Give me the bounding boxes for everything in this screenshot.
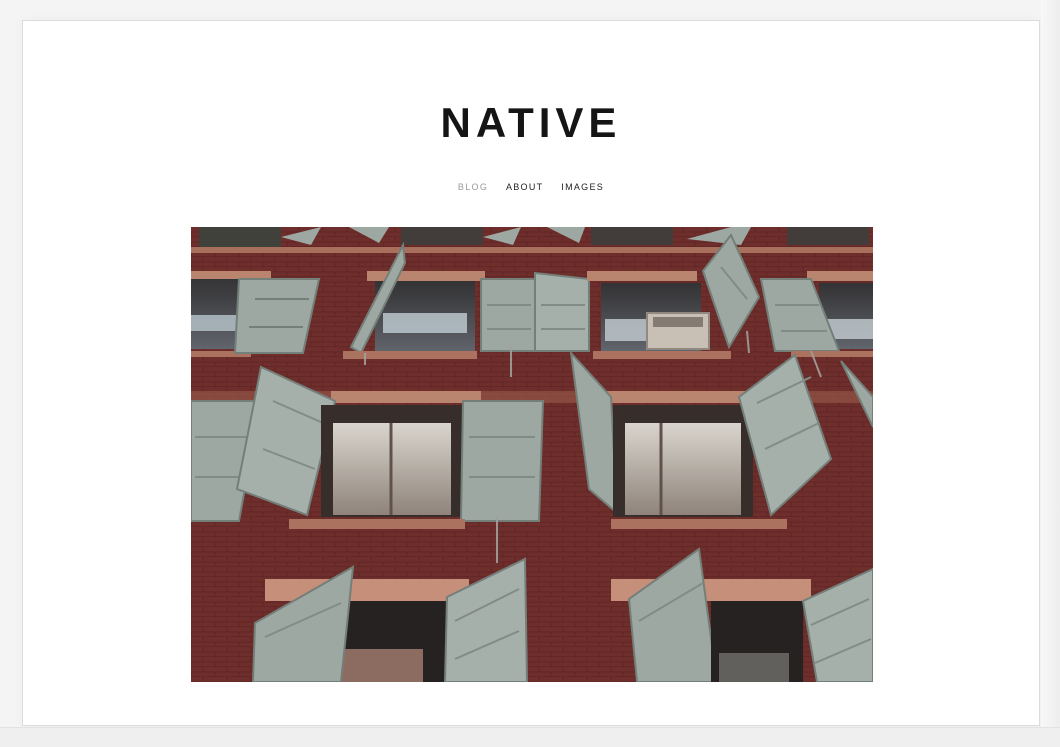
nav-item-about[interactable]: ABOUT [506, 181, 544, 193]
window-shadow [1041, 0, 1060, 746]
hero-image [191, 227, 873, 682]
nav-item-blog[interactable]: BLOG [458, 181, 488, 193]
site-title[interactable]: NATIVE [23, 99, 1039, 147]
nav-item-images[interactable]: IMAGES [561, 181, 604, 193]
main-nav: BLOG ABOUT IMAGES [23, 181, 1039, 193]
bottom-bar [0, 727, 1060, 747]
